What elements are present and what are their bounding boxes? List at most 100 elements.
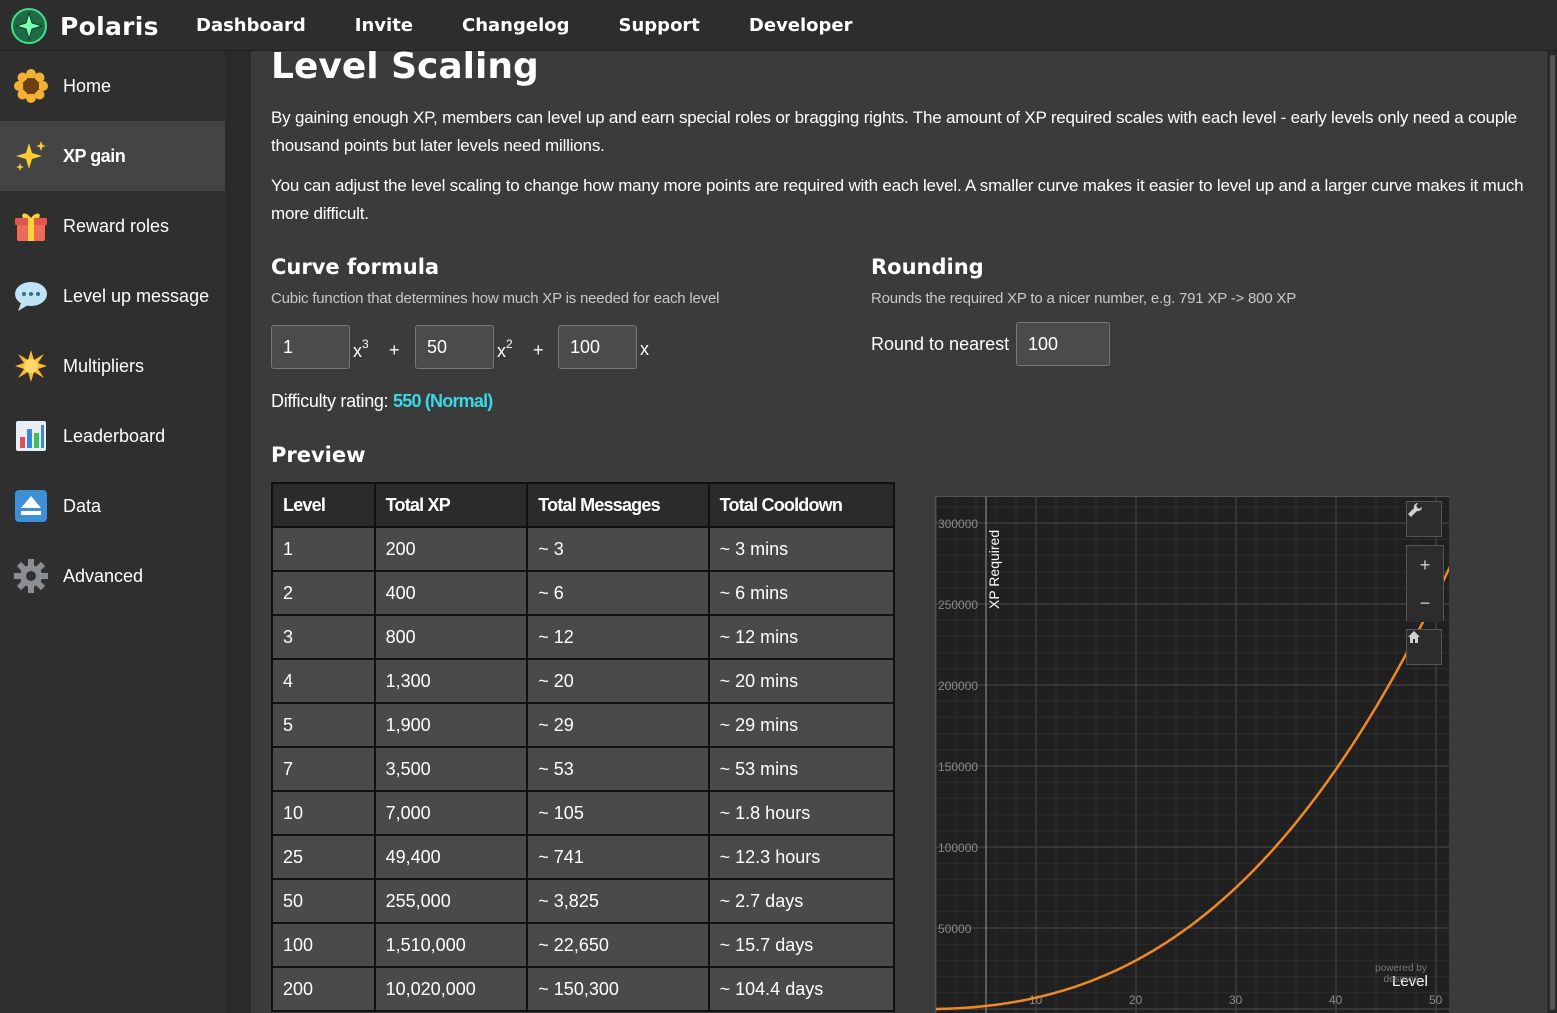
cell-total-xp: 1,300 (373, 658, 529, 704)
zoom-out-icon[interactable]: − (1407, 584, 1443, 622)
y-tick-label: 300000 (938, 517, 978, 531)
difficulty-label: Difficulty rating: (271, 391, 389, 411)
cell-total-cooldown: ~ 12 mins (707, 614, 896, 660)
plus-sign: + (389, 340, 400, 360)
table-row: 25 49,400 ~ 741 ~ 12.3 hours (271, 834, 896, 880)
sidebar-item-label: XP gain (63, 145, 126, 166)
zoom-in-icon[interactable]: + (1407, 546, 1443, 584)
wrench-icon[interactable] (1406, 501, 1442, 537)
table-row: 4 1,300 ~ 20 ~ 20 mins (271, 658, 896, 704)
sidebar-item-advanced[interactable]: Advanced (0, 541, 225, 611)
desmos-watermark: powered by desmos (1375, 963, 1427, 985)
y-tick-label: 100000 (938, 841, 978, 855)
series-line-xp-required (936, 565, 1449, 1011)
cell-level: 200 (271, 966, 376, 1012)
rounding-heading: Rounding (871, 255, 984, 279)
cell-total-cooldown: ~ 6 mins (707, 570, 896, 616)
sidebar-item-data[interactable]: Data (0, 471, 225, 541)
cell-total-cooldown: ~ 1.8 hours (707, 790, 896, 836)
cell-total-xp: 400 (373, 570, 529, 616)
nav-dashboard[interactable]: Dashboard (196, 15, 306, 36)
speech-bubble-icon (13, 278, 49, 314)
cell-total-messages: ~ 3 (526, 526, 710, 572)
cell-level: 3 (271, 614, 376, 660)
polaris-logo-icon (11, 8, 47, 44)
intro-paragraph: By gaining enough XP, members can level … (271, 108, 1517, 155)
y-tick-label: 200000 (938, 679, 978, 693)
scrollbar-thumb[interactable] (1550, 55, 1555, 1010)
nav-changelog[interactable]: Changelog (462, 15, 570, 36)
cell-total-messages: ~ 53 (526, 746, 710, 792)
sidebar-item-leaderboard[interactable]: Leaderboard (0, 401, 225, 471)
cell-level: 50 (271, 878, 376, 924)
cell-level: 25 (271, 834, 376, 880)
cell-total-xp: 7,000 (373, 790, 529, 836)
cell-level: 10 (271, 790, 376, 836)
cell-total-messages: ~ 29 (526, 702, 710, 748)
header-total-cooldown: Total Cooldown (707, 482, 896, 528)
cell-total-xp: 1,900 (373, 702, 529, 748)
page-title: Level Scaling (271, 46, 539, 87)
cell-total-messages: ~ 105 (526, 790, 710, 836)
y-tick-label: 250000 (938, 598, 978, 612)
x-tick-label: 30 (1229, 993, 1243, 1007)
xp-curve-graph[interactable]: 50000 100000 150000 200000 250000 300000 10 20 3… (935, 496, 1449, 1013)
coef-x3-input[interactable] (271, 325, 350, 369)
brand-name: Polaris (60, 11, 159, 41)
curve-formula-heading: Curve formula (271, 255, 440, 279)
cell-total-messages: ~ 6 (526, 570, 710, 616)
eject-icon (13, 488, 49, 524)
gear-icon (13, 558, 49, 594)
top-bar: Polaris Dashboard Invite Changelog Suppo… (0, 0, 1557, 51)
curve-formula-subtitle: Cubic function that determines how much … (271, 290, 720, 307)
graph-canvas[interactable]: 5000010000015000020000025000030000010 20 3… (936, 497, 1449, 1013)
preview-heading: Preview (271, 443, 366, 467)
table-row: 5 1,900 ~ 29 ~ 29 mins (271, 702, 896, 748)
cell-total-messages: ~ 150,300 (526, 966, 710, 1012)
round-to-nearest-label: Round to nearest (871, 334, 1010, 354)
difficulty-rating: Difficulty rating: 550 (Normal) (271, 391, 493, 412)
cell-level: 100 (271, 922, 376, 968)
cell-total-cooldown: ~ 15.7 days (707, 922, 896, 968)
sparkles-icon (13, 138, 49, 174)
cell-total-cooldown: ~ 104.4 days (707, 966, 896, 1012)
cell-total-cooldown: ~ 53 mins (707, 746, 896, 792)
x3-term: x3 (353, 337, 369, 361)
coef-x2-input[interactable] (415, 325, 494, 369)
sidebar-item-home[interactable]: Home (0, 51, 225, 121)
table-header-row: Level Total XP Total Messages Total Cool… (271, 482, 896, 528)
sidebar-item-reward-roles[interactable]: Reward roles (0, 191, 225, 261)
cell-total-xp: 1,510,000 (373, 922, 529, 968)
x-tick-label: 40 (1329, 993, 1343, 1007)
table-row: 10 7,000 ~ 105 ~ 1.8 hours (271, 790, 896, 836)
nav-support[interactable]: Support (619, 15, 700, 36)
cell-total-cooldown: ~ 12.3 hours (707, 834, 896, 880)
cell-total-messages: ~ 22,650 (526, 922, 710, 968)
sidebar-item-xp-gain[interactable]: XP gain (0, 121, 225, 191)
sidebar-item-level-up-message[interactable]: Level up message (0, 261, 225, 331)
difficulty-value: 550 (Normal) (393, 391, 493, 411)
header-total-xp: Total XP (373, 482, 529, 528)
x2-term: x2 (497, 337, 513, 361)
nav-invite[interactable]: Invite (355, 15, 413, 36)
home-icon[interactable] (1406, 629, 1442, 665)
sidebar-item-label: Data (63, 495, 102, 516)
coef-x-input[interactable] (558, 325, 637, 369)
sidebar-item-multipliers[interactable]: Multipliers (0, 331, 225, 401)
cell-total-cooldown: ~ 29 mins (707, 702, 896, 748)
cell-total-cooldown: ~ 3 mins (707, 526, 896, 572)
table-row: 3 800 ~ 12 ~ 12 mins (271, 614, 896, 660)
round-to-nearest-input[interactable] (1016, 322, 1110, 366)
burst-icon (13, 348, 49, 384)
cell-total-messages: ~ 741 (526, 834, 710, 880)
nav-developer[interactable]: Developer (749, 15, 853, 36)
brand[interactable]: Polaris (10, 7, 159, 45)
gift-icon (13, 208, 49, 244)
y-tick-label: 150000 (938, 760, 978, 774)
plus-sign: + (533, 340, 544, 360)
sidebar-item-label: Multipliers (63, 355, 145, 376)
top-nav: Dashboard Invite Changelog Support Devel… (196, 0, 902, 51)
table-row: 2 400 ~ 6 ~ 6 mins (271, 570, 896, 616)
cell-level: 4 (271, 658, 376, 704)
cell-total-messages: ~ 20 (526, 658, 710, 704)
